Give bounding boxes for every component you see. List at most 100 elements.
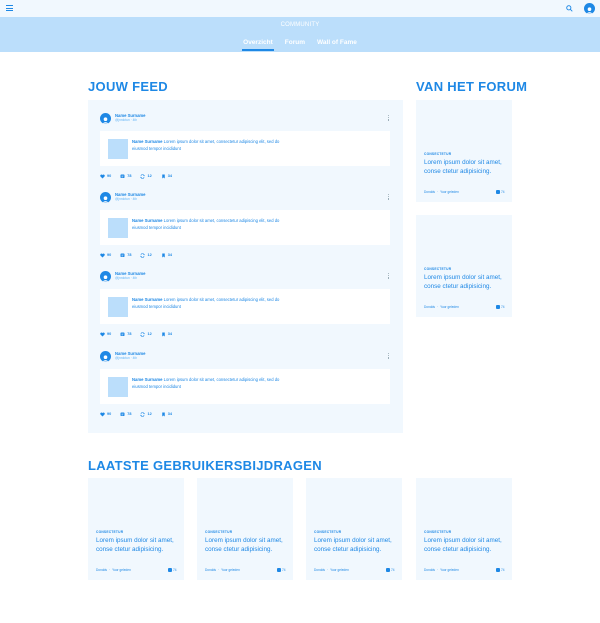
repost-button[interactable]: 12 xyxy=(140,411,152,417)
reply-count: 74 xyxy=(173,568,177,572)
card-category: CONSECTETUR xyxy=(424,530,452,534)
repost-button[interactable]: 12 xyxy=(140,331,152,337)
repost-icon xyxy=(140,252,147,258)
bookmark-count: 34 xyxy=(167,332,172,336)
more-options-icon[interactable] xyxy=(388,273,390,280)
comment-button[interactable]: 78 xyxy=(120,331,131,337)
bookmark-button[interactable]: 34 xyxy=(161,411,172,417)
reply-count: 74 xyxy=(282,568,286,572)
card-category: CONSECTETUR xyxy=(314,530,342,534)
bookmark-button[interactable]: 34 xyxy=(161,173,172,179)
hamburger-icon[interactable] xyxy=(6,5,13,11)
repost-button[interactable]: 12 xyxy=(140,252,152,258)
shared-post-card[interactable]: Name Surname Lorem ipsum dolor sit amet,… xyxy=(100,369,390,404)
card-date: Yuor geleden xyxy=(440,305,459,309)
card-title[interactable]: Lorem ipsum dolor sit amet, conse ctetur… xyxy=(314,537,398,554)
feed-post: Name Surname @jnrdotun · 4th Name Surnam… xyxy=(100,340,395,417)
meta-separator: · xyxy=(437,190,439,194)
comment-button[interactable]: 78 xyxy=(120,252,131,258)
post-thumbnail xyxy=(108,139,128,159)
card-author[interactable]: Dondds xyxy=(424,190,435,194)
card-reply-count: 74 xyxy=(496,305,505,309)
card-date: Yuor geleden xyxy=(440,190,459,194)
like-count: 90 xyxy=(107,174,112,178)
card-category: CONSECTETUR xyxy=(205,530,233,534)
tab-wall-of-fame[interactable]: Wall of Fame xyxy=(317,39,357,51)
post-thumbnail xyxy=(108,218,128,238)
shared-post-author: Name Surname xyxy=(132,139,163,144)
post-author-handle: @jnrdotun · 4th xyxy=(115,276,138,280)
shared-post-card[interactable]: Name Surname Lorem ipsum dolor sit amet,… xyxy=(100,289,390,324)
comment-button[interactable]: 78 xyxy=(120,173,131,179)
meta-separator: · xyxy=(437,568,439,572)
card-title[interactable]: Lorem ipsum dolor sit amet, conse ctetur… xyxy=(424,274,508,291)
card-author[interactable]: Dondds xyxy=(424,305,435,309)
card-title[interactable]: Lorem ipsum dolor sit amet, conse ctetur… xyxy=(96,537,180,554)
meta-separator: · xyxy=(218,568,220,572)
contribution-card[interactable]: CONSECTETUR Lorem ipsum dolor sit amet, … xyxy=(306,478,402,580)
more-options-icon[interactable] xyxy=(388,353,390,360)
bookmark-icon xyxy=(161,174,168,179)
post-stats: 90 78 12 34 xyxy=(100,173,181,179)
tab-overzicht[interactable]: Overzicht xyxy=(242,39,274,51)
comment-button[interactable]: 78 xyxy=(120,411,131,417)
community-title: COMMUNITY xyxy=(280,22,320,28)
repost-icon xyxy=(140,331,147,337)
card-author[interactable]: Dondds xyxy=(424,568,435,572)
card-reply-count: 74 xyxy=(277,568,286,572)
post-avatar[interactable] xyxy=(100,192,111,203)
search-icon[interactable] xyxy=(566,5,573,12)
card-title[interactable]: Lorem ipsum dolor sit amet, conse ctetur… xyxy=(424,537,508,554)
bookmark-button[interactable]: 34 xyxy=(161,252,172,258)
card-author[interactable]: Dondds xyxy=(96,568,107,572)
card-title[interactable]: Lorem ipsum dolor sit amet, conse ctetur… xyxy=(205,537,289,554)
shared-post-card[interactable]: Name Surname Lorem ipsum dolor sit amet,… xyxy=(100,131,390,166)
comment-icon xyxy=(386,568,390,572)
bookmark-button[interactable]: 34 xyxy=(161,331,172,337)
feed-post: Name Surname @jnrdotun · 4th Name Surnam… xyxy=(100,260,395,337)
user-avatar-icon[interactable] xyxy=(584,3,595,14)
repost-icon xyxy=(140,411,147,417)
forum-card[interactable]: CONSECTETUR Lorem ipsum dolor sit amet, … xyxy=(416,100,512,202)
meta-separator: · xyxy=(109,568,111,572)
repost-button[interactable]: 12 xyxy=(140,173,152,179)
comment-icon xyxy=(120,174,127,179)
post-avatar[interactable] xyxy=(100,271,111,282)
repost-count: 12 xyxy=(147,332,152,336)
contribution-card[interactable]: CONSECTETUR Lorem ipsum dolor sit amet, … xyxy=(416,478,512,580)
card-title[interactable]: Lorem ipsum dolor sit amet, conse ctetur… xyxy=(424,159,508,176)
contribution-card[interactable]: CONSECTETUR Lorem ipsum dolor sit amet, … xyxy=(197,478,293,580)
card-reply-count: 74 xyxy=(496,190,505,194)
card-date: Yuor geleden xyxy=(221,568,240,572)
reply-count: 74 xyxy=(501,190,505,194)
tab-forum[interactable]: Forum xyxy=(285,39,305,51)
contribution-card[interactable]: CONSECTETUR Lorem ipsum dolor sit amet, … xyxy=(88,478,184,580)
like-button[interactable]: 90 xyxy=(100,411,111,417)
comment-count: 78 xyxy=(127,332,132,336)
post-avatar[interactable] xyxy=(100,113,111,124)
card-author[interactable]: Dondds xyxy=(314,568,325,572)
comment-count: 78 xyxy=(127,253,132,257)
feed-heading: JOUW FEED xyxy=(88,79,168,94)
more-options-icon[interactable] xyxy=(388,115,390,122)
card-reply-count: 74 xyxy=(496,568,505,572)
post-avatar[interactable] xyxy=(100,351,111,362)
like-button[interactable]: 90 xyxy=(100,331,111,337)
forum-card[interactable]: CONSECTETUR Lorem ipsum dolor sit amet, … xyxy=(416,215,512,317)
shared-post-author: Name Surname xyxy=(132,218,163,223)
card-date: Yuor geleden xyxy=(440,568,459,572)
meta-separator: · xyxy=(437,305,439,309)
heart-icon xyxy=(100,332,107,337)
reply-count: 74 xyxy=(501,305,505,309)
feed-panel: Name Surname @jnrdotun · 4th Name Surnam… xyxy=(88,100,403,433)
shared-post-card[interactable]: Name Surname Lorem ipsum dolor sit amet,… xyxy=(100,210,390,245)
card-author[interactable]: Dondds xyxy=(205,568,216,572)
more-options-icon[interactable] xyxy=(388,194,390,201)
like-button[interactable]: 90 xyxy=(100,252,111,258)
post-author-handle: @jnrdotun · 4th xyxy=(115,197,138,201)
shared-post-author: Name Surname xyxy=(132,297,163,302)
bookmark-icon xyxy=(161,332,168,337)
like-count: 90 xyxy=(107,332,112,336)
like-button[interactable]: 90 xyxy=(100,173,111,179)
reply-count: 74 xyxy=(501,568,505,572)
